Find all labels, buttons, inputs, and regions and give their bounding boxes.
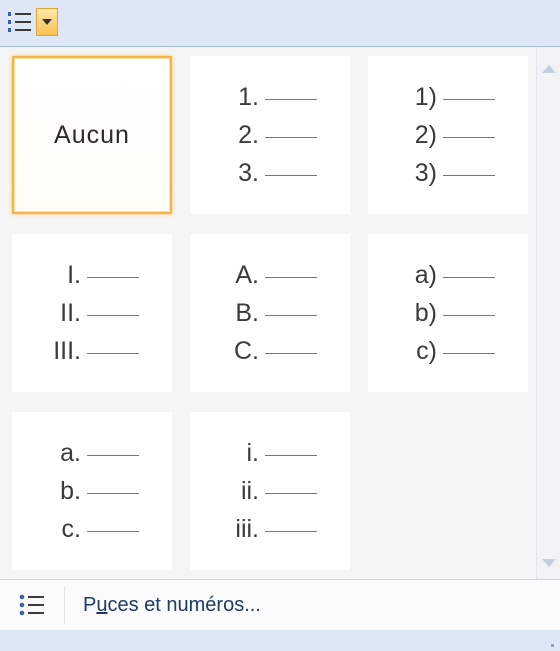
list-item: iii.	[223, 510, 317, 548]
numbering-option-1-paren[interactable]: 1) 2) 3)	[368, 56, 528, 214]
list-item: c)	[401, 332, 495, 370]
list-item: I.	[45, 256, 139, 294]
list-item: 1)	[401, 78, 495, 116]
text-line	[443, 98, 495, 100]
gallery-scrollbar[interactable]	[536, 47, 560, 579]
marker: a.	[60, 438, 81, 467]
marker: C.	[234, 336, 259, 365]
marker: II.	[60, 298, 81, 327]
numbering-option-1-dot[interactable]: 1. 2. 3.	[190, 56, 350, 214]
bullets-and-numbering-command[interactable]: Puces et numéros...	[0, 580, 560, 630]
text-line	[265, 530, 317, 532]
none-label: Aucun	[54, 120, 130, 149]
text-line	[265, 174, 317, 176]
text-line	[265, 136, 317, 138]
resize-grip[interactable]	[551, 644, 554, 647]
resize-footer	[0, 630, 560, 651]
dropdown-arrow-icon[interactable]	[36, 8, 58, 36]
list-item: 3)	[401, 154, 495, 192]
list-item: i.	[223, 434, 317, 472]
top-bar	[0, 0, 560, 47]
list-item: c.	[45, 510, 139, 548]
numbering-gallery: Aucun 1. 2. 3. 1) 2) 3) I. II. III. A. B…	[0, 47, 536, 579]
marker: b.	[60, 476, 81, 505]
bullets-icon	[0, 586, 65, 624]
text-line	[265, 314, 317, 316]
scroll-up-icon[interactable]	[542, 65, 556, 73]
text-line	[87, 352, 139, 354]
text-line	[265, 492, 317, 494]
list-item: 2)	[401, 116, 495, 154]
list-item: B.	[223, 294, 317, 332]
list-item: A.	[223, 256, 317, 294]
marker: a)	[414, 260, 437, 289]
text-line	[87, 276, 139, 278]
text-line	[87, 492, 139, 494]
list-item: III.	[45, 332, 139, 370]
scroll-down-icon[interactable]	[542, 559, 556, 567]
list-item: b.	[45, 472, 139, 510]
list-item: 1.	[223, 78, 317, 116]
marker: i.	[246, 438, 260, 467]
marker: ii.	[240, 476, 259, 505]
text-line	[265, 98, 317, 100]
marker: 2)	[414, 120, 437, 149]
numbering-option-alpha-lower-dot[interactable]: a. b. c.	[12, 412, 172, 570]
text-line	[443, 174, 495, 176]
list-item: II.	[45, 294, 139, 332]
text-line	[443, 352, 495, 354]
marker: iii.	[235, 514, 259, 543]
marker: 2.	[238, 120, 259, 149]
list-item: 3.	[223, 154, 317, 192]
marker: I.	[67, 260, 81, 289]
text-line	[87, 454, 139, 456]
text-line	[443, 136, 495, 138]
numbered-list-icon[interactable]	[6, 8, 34, 36]
marker: c)	[416, 336, 437, 365]
numbering-option-roman-lower[interactable]: i. ii. iii.	[190, 412, 350, 570]
bullets-and-numbering-label: Puces et numéros...	[83, 593, 261, 616]
text-line	[265, 454, 317, 456]
marker: B.	[235, 298, 259, 327]
list-item: C.	[223, 332, 317, 370]
list-item: b)	[401, 294, 495, 332]
text-line	[87, 314, 139, 316]
marker: III.	[53, 336, 81, 365]
marker: 1)	[414, 82, 437, 111]
numbering-split-button[interactable]	[6, 3, 66, 41]
numbering-option-roman-upper[interactable]: I. II. III.	[12, 234, 172, 392]
marker: 3.	[238, 158, 259, 187]
text-line	[265, 352, 317, 354]
numbering-none-option[interactable]: Aucun	[12, 56, 172, 214]
text-line	[87, 530, 139, 532]
text-line	[443, 276, 495, 278]
marker: 3)	[414, 158, 437, 187]
marker: A.	[235, 260, 259, 289]
marker: 1.	[238, 82, 259, 111]
text-line	[265, 276, 317, 278]
text-line	[443, 314, 495, 316]
numbering-option-alpha-lower-paren[interactable]: a) b) c)	[368, 234, 528, 392]
list-item: a)	[401, 256, 495, 294]
list-item: ii.	[223, 472, 317, 510]
marker: c.	[61, 514, 81, 543]
numbering-option-alpha-upper[interactable]: A. B. C.	[190, 234, 350, 392]
list-item: 2.	[223, 116, 317, 154]
marker: b)	[414, 298, 437, 327]
list-item: a.	[45, 434, 139, 472]
